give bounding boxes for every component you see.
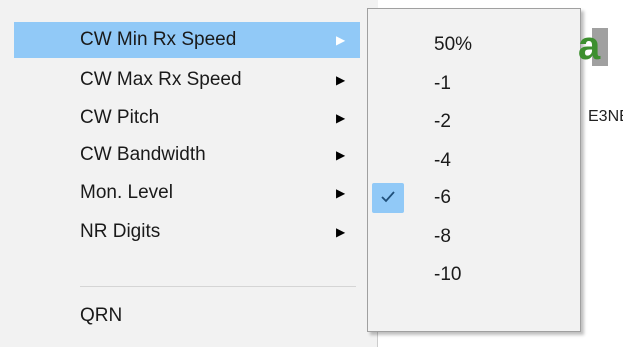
checkmark-indicator xyxy=(372,183,404,213)
submenu-item-minus-8[interactable]: -8 xyxy=(368,219,580,255)
context-menu: CW Min Rx Speed ▶ CW Max Rx Speed ▶ CW P… xyxy=(0,0,378,347)
menu-separator xyxy=(80,286,356,287)
screen: a E3NE CW Min Rx Speed ▶ CW Max Rx Speed… xyxy=(0,0,623,347)
submenu-item-minus-6[interactable]: -6 xyxy=(368,180,580,216)
submenu-arrow-icon: ▶ xyxy=(336,225,346,239)
submenu-item-label: -4 xyxy=(434,150,451,171)
menu-item-nr-digits[interactable]: NR Digits ▶ xyxy=(14,214,360,250)
submenu-item-50-percent[interactable]: 50% xyxy=(368,27,580,63)
submenu-arrow-icon: ▶ xyxy=(336,148,346,162)
menu-item-cw-pitch[interactable]: CW Pitch ▶ xyxy=(14,100,360,136)
menu-item-label: NR Digits xyxy=(80,221,161,242)
menu-item-cw-max-rx-speed[interactable]: CW Max Rx Speed ▶ xyxy=(14,62,360,98)
submenu-item-minus-4[interactable]: -4 xyxy=(368,143,580,179)
background-callsign-text: E3NE xyxy=(588,108,623,125)
submenu-item-label: -8 xyxy=(434,226,451,247)
menu-item-label: QRN xyxy=(80,305,123,326)
submenu-item-label: 50% xyxy=(434,34,473,55)
submenu-item-minus-10[interactable]: -10 xyxy=(368,257,580,293)
submenu-item-label: -6 xyxy=(434,187,451,208)
menu-item-label: Mon. Level xyxy=(80,182,173,203)
menu-item-cw-bandwidth[interactable]: CW Bandwidth ▶ xyxy=(14,137,360,173)
submenu-arrow-icon: ▶ xyxy=(336,33,346,47)
menu-item-label: CW Pitch xyxy=(80,107,160,128)
submenu-item-minus-1[interactable]: -1 xyxy=(368,66,580,102)
menu-item-qrn[interactable]: QRN xyxy=(14,298,360,334)
menu-item-cw-min-rx-speed[interactable]: CW Min Rx Speed ▶ xyxy=(14,22,360,58)
menu-item-label: CW Bandwidth xyxy=(80,144,206,165)
submenu-item-label: -10 xyxy=(434,264,462,285)
submenu-item-minus-2[interactable]: -2 xyxy=(368,104,580,140)
submenu-arrow-icon: ▶ xyxy=(336,73,346,87)
menu-item-label: CW Min Rx Speed xyxy=(80,29,237,50)
app-icon: a xyxy=(578,22,608,70)
submenu-item-label: -2 xyxy=(434,111,451,132)
submenu-item-label: -1 xyxy=(434,73,451,94)
submenu-cw-min-rx-speed: 50% -1 -2 -4 -6 -8 -10 xyxy=(367,8,581,332)
app-icon-glyph: a xyxy=(578,24,601,68)
submenu-arrow-icon: ▶ xyxy=(336,111,346,125)
menu-item-mon-level[interactable]: Mon. Level ▶ xyxy=(14,175,360,211)
submenu-arrow-icon: ▶ xyxy=(336,186,346,200)
menu-item-label: CW Max Rx Speed xyxy=(80,69,242,90)
menu-top-edge xyxy=(0,0,378,10)
checkmark-icon xyxy=(381,191,395,203)
